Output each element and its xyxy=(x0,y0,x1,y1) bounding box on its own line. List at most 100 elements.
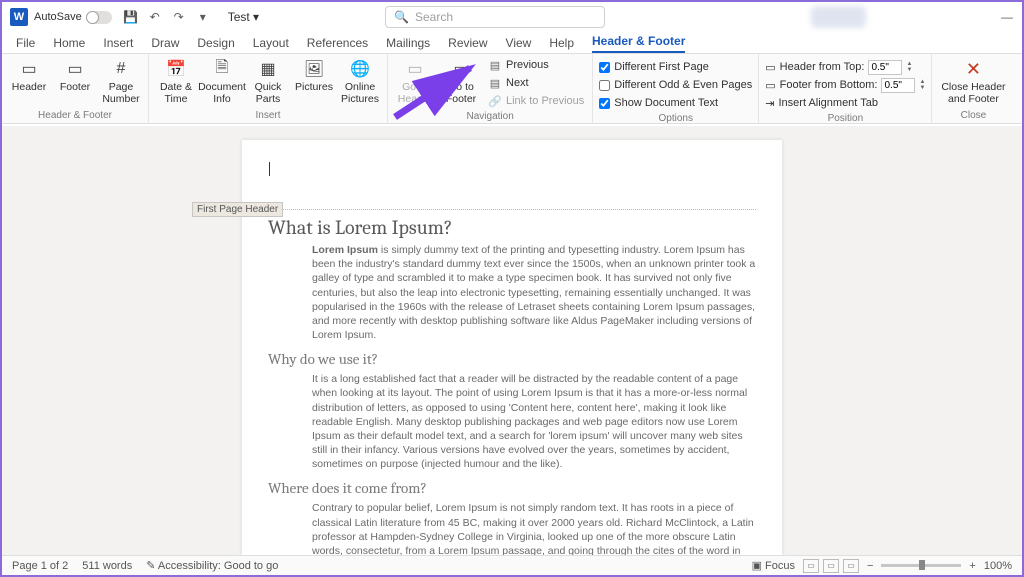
paragraph-1[interactable]: is simply dummy text of the printing and… xyxy=(312,244,755,341)
header-label: Header xyxy=(12,82,46,94)
different-odd-even-checkbox[interactable]: Different Odd & Even Pages xyxy=(599,76,752,94)
tab-mailings[interactable]: Mailings xyxy=(386,36,430,53)
different-first-page-checkbox[interactable]: Different First Page xyxy=(599,58,752,76)
diff-first-check[interactable] xyxy=(599,62,610,73)
group-label-position: Position xyxy=(765,112,925,126)
tab-review[interactable]: Review xyxy=(448,36,487,53)
docinfo-icon: 🗎 xyxy=(211,58,233,80)
status-page[interactable]: Page 1 of 2 xyxy=(12,560,68,572)
pictures-label: Pictures xyxy=(295,82,333,94)
online-pictures-button[interactable]: 🌐Online Pictures xyxy=(339,56,381,105)
group-label-insert: Insert xyxy=(155,109,381,123)
diff-oe-check[interactable] xyxy=(599,80,610,91)
tab-view[interactable]: View xyxy=(506,36,532,53)
show-doc-check[interactable] xyxy=(599,98,610,109)
autosave-toggle[interactable]: AutoSave xyxy=(34,11,112,24)
account-avatar[interactable] xyxy=(811,6,866,28)
tab-home[interactable]: Home xyxy=(53,36,85,53)
footer-bot-input[interactable] xyxy=(881,78,915,93)
date-time-button[interactable]: 📅Date & Time xyxy=(155,56,197,105)
heading-2[interactable]: Why do we use it? xyxy=(268,350,756,368)
status-accessibility[interactable]: ✎ Accessibility: Good to go xyxy=(146,559,278,572)
tab-header-footer[interactable]: Header & Footer xyxy=(592,34,685,53)
search-input[interactable]: 🔍 Search xyxy=(385,6,605,28)
header-top-label: Header from Top: xyxy=(780,61,865,73)
spinner-icon[interactable]: ▲▼ xyxy=(919,79,925,91)
zoom-in-button[interactable]: + xyxy=(969,560,975,572)
document-canvas[interactable]: What is Lorem Ipsum? Lorem Ipsum is simp… xyxy=(2,126,1022,555)
next-icon: ▤ xyxy=(488,77,502,90)
redo-icon[interactable]: ↷ xyxy=(172,10,186,24)
tab-help[interactable]: Help xyxy=(549,36,574,53)
paragraph-2[interactable]: It is a long established fact that a rea… xyxy=(312,372,756,471)
header-icon: ▭ xyxy=(18,58,40,80)
close-hf-label: Close Header and Footer xyxy=(941,82,1005,105)
minimize-button[interactable]: — xyxy=(1000,10,1014,24)
search-placeholder: Search xyxy=(415,10,596,24)
next-button[interactable]: ▤Next xyxy=(486,74,586,92)
page-number-button[interactable]: #Page Number xyxy=(100,56,142,105)
zoom-out-button[interactable]: − xyxy=(867,560,873,572)
show-document-text-checkbox[interactable]: Show Document Text xyxy=(599,94,752,112)
toggle-switch-icon[interactable] xyxy=(86,11,112,24)
online-pictures-icon: 🌐 xyxy=(349,58,371,80)
pictures-icon: 🖼 xyxy=(303,58,325,80)
goto-footer-icon: ▭ xyxy=(450,58,472,80)
previous-button[interactable]: ▤Previous xyxy=(486,56,586,74)
document-info-button[interactable]: 🗎Document Info xyxy=(201,56,243,105)
tab-references[interactable]: References xyxy=(307,36,368,53)
zoom-level[interactable]: 100% xyxy=(984,560,1012,572)
link-previous-button: 🔗Link to Previous xyxy=(486,92,586,110)
tab-file[interactable]: File xyxy=(16,36,35,53)
text-cursor xyxy=(269,162,270,176)
view-print-icon[interactable]: ▭ xyxy=(823,559,839,573)
footer-button[interactable]: ▭Footer xyxy=(54,56,96,94)
document-title[interactable]: Test ▾ xyxy=(228,10,259,24)
header-region[interactable] xyxy=(268,158,756,210)
calendar-icon: 📅 xyxy=(165,58,187,80)
previous-label: Previous xyxy=(506,59,549,71)
heading-1[interactable]: What is Lorem Ipsum? xyxy=(268,216,756,239)
pictures-button[interactable]: 🖼 Pictures xyxy=(293,56,335,94)
group-label-close: Close xyxy=(938,109,1008,123)
insert-alignment-tab-button[interactable]: ⇥ Insert Alignment Tab xyxy=(765,94,925,112)
view-read-icon[interactable]: ▭ xyxy=(803,559,819,573)
docinfo-label: Document Info xyxy=(198,82,246,105)
align-tab-icon: ⇥ xyxy=(765,97,774,110)
goto-header-button: ▭Go to Header xyxy=(394,56,436,105)
paragraph-3[interactable]: Contrary to popular belief, Lorem Ipsum … xyxy=(312,501,756,555)
tab-layout[interactable]: Layout xyxy=(253,36,289,53)
spinner-icon[interactable]: ▲▼ xyxy=(906,61,912,73)
header-top-input[interactable] xyxy=(868,60,902,75)
footer-bot-label: Footer from Bottom: xyxy=(780,79,878,91)
quick-parts-button[interactable]: ▦Quick Parts xyxy=(247,56,289,105)
page-number-label: Page Number xyxy=(102,82,139,105)
goto-footer-button[interactable]: ▭Go to Footer xyxy=(440,56,482,105)
link-icon: 🔗 xyxy=(488,95,502,108)
quickparts-icon: ▦ xyxy=(257,58,279,80)
zoom-slider[interactable] xyxy=(881,564,961,567)
tab-draw[interactable]: Draw xyxy=(151,36,179,53)
date-time-label: Date & Time xyxy=(160,82,192,105)
online-pictures-label: Online Pictures xyxy=(341,82,379,105)
status-words[interactable]: 511 words xyxy=(82,560,132,572)
qat-dropdown-icon[interactable]: ▾ xyxy=(196,10,210,24)
heading-3[interactable]: Where does it come from? xyxy=(268,479,756,497)
quick-access-toolbar: 💾 ↶ ↷ ▾ xyxy=(124,10,210,24)
header-button[interactable]: ▭ Header xyxy=(8,56,50,94)
diff-first-label: Different First Page xyxy=(614,61,709,73)
tab-insert[interactable]: Insert xyxy=(103,36,133,53)
insert-align-label: Insert Alignment Tab xyxy=(778,97,877,109)
save-icon[interactable]: 💾 xyxy=(124,10,138,24)
tab-design[interactable]: Design xyxy=(197,36,234,53)
page[interactable]: What is Lorem Ipsum? Lorem Ipsum is simp… xyxy=(242,140,782,555)
undo-icon[interactable]: ↶ xyxy=(148,10,162,24)
diff-oe-label: Different Odd & Even Pages xyxy=(614,79,752,91)
view-web-icon[interactable]: ▭ xyxy=(843,559,859,573)
footer-from-bottom-row: ▭Footer from Bottom:▲▼ xyxy=(765,76,925,94)
status-bar: Page 1 of 2 511 words ✎ Accessibility: G… xyxy=(2,555,1022,575)
footer-icon: ▭ xyxy=(64,58,86,80)
close-header-footer-button[interactable]: ✕Close Header and Footer xyxy=(938,56,1008,105)
ribbon-tabs: File Home Insert Draw Design Layout Refe… xyxy=(2,32,1022,54)
status-focus[interactable]: ▣ Focus xyxy=(752,559,795,572)
